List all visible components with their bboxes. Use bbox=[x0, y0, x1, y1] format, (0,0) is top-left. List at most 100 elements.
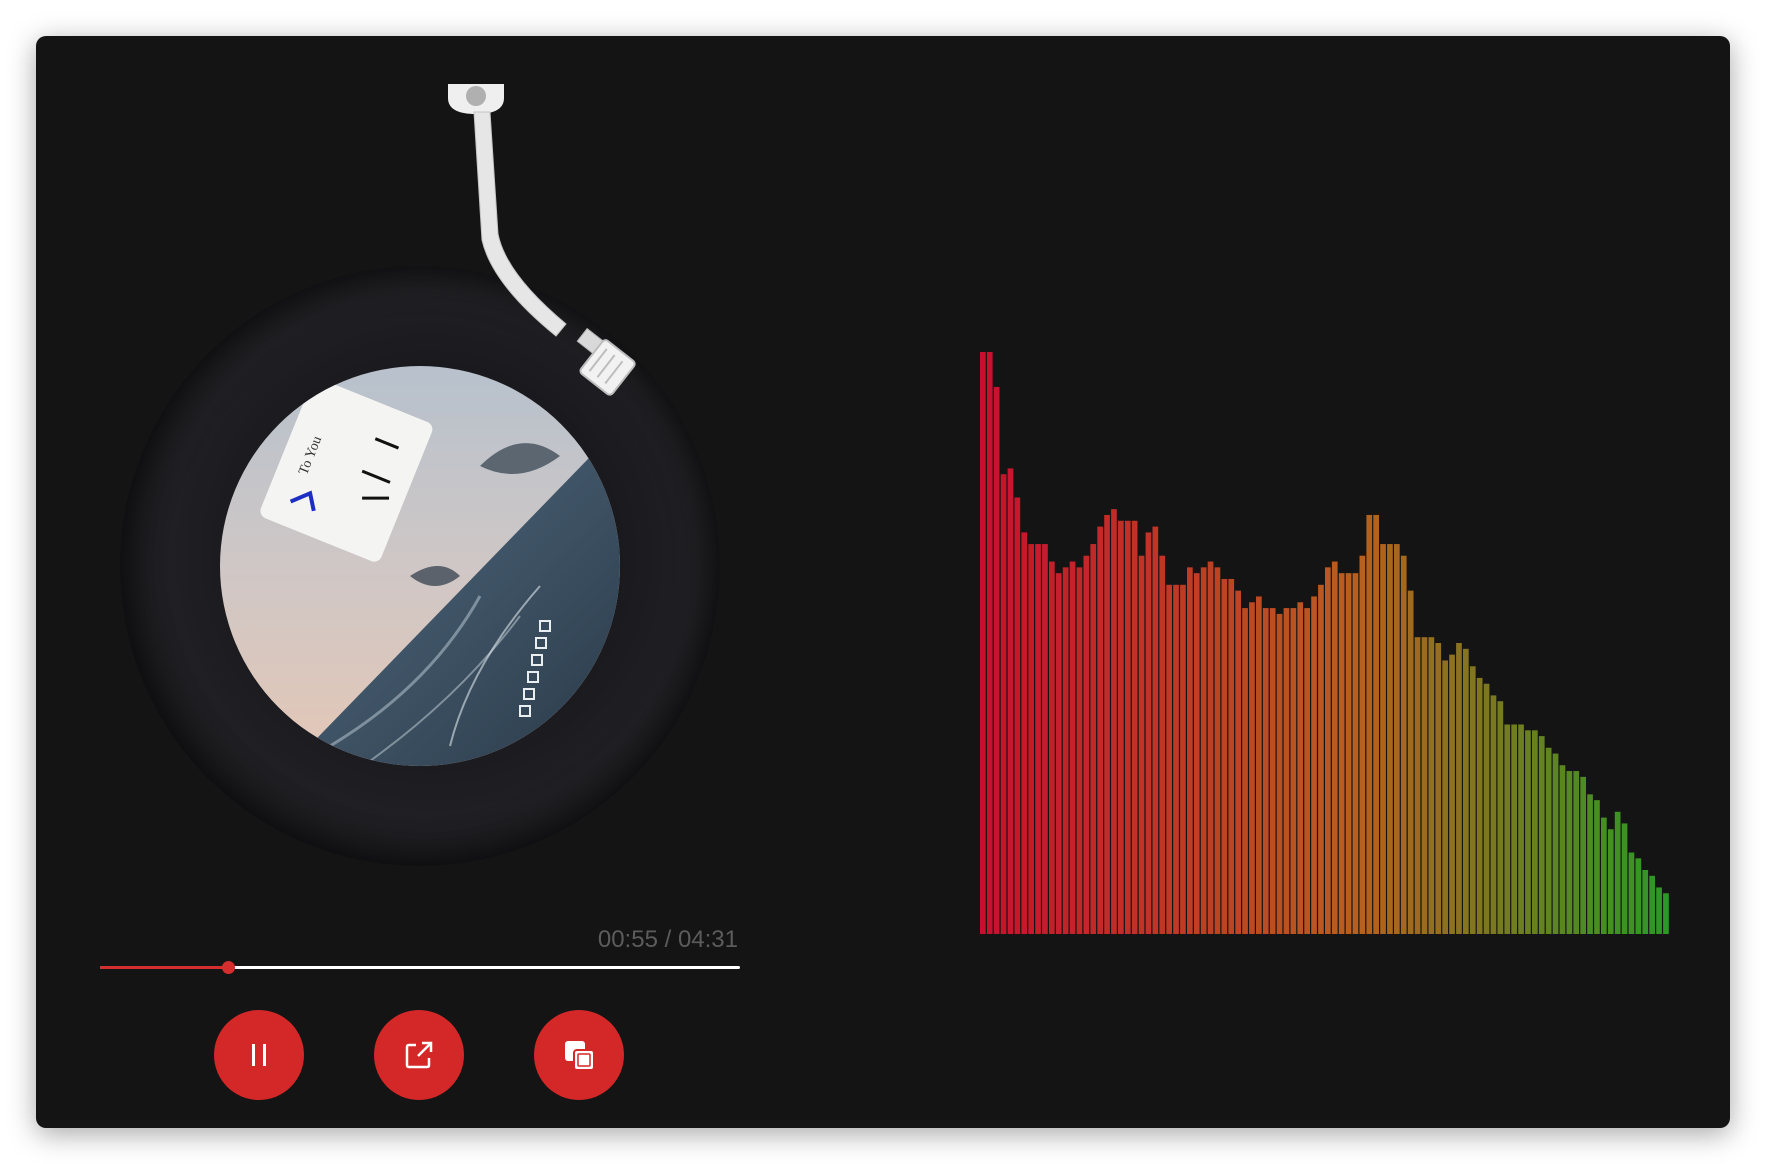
visualizer-bar bbox=[1200, 567, 1207, 934]
visualizer-bar bbox=[1049, 561, 1055, 934]
progress-bar[interactable] bbox=[100, 960, 740, 976]
visualizer-bar bbox=[1573, 771, 1580, 934]
visualizer-bar bbox=[1345, 573, 1352, 934]
visualizer-bar bbox=[1497, 701, 1504, 934]
visualizer-bar bbox=[1366, 514, 1373, 934]
visualizer-bar bbox=[1435, 643, 1442, 934]
visualizer-bar bbox=[1124, 520, 1131, 934]
visualizer-bar bbox=[1594, 800, 1600, 934]
visualizer-bar bbox=[1552, 753, 1559, 934]
visualizer-bar bbox=[1400, 555, 1407, 934]
visualizer-bar bbox=[1614, 811, 1621, 934]
visualizer-bar bbox=[1649, 875, 1655, 934]
visualizer-bar bbox=[1221, 578, 1228, 934]
visualizer-bar bbox=[1083, 555, 1090, 934]
visualizer-bar bbox=[1214, 567, 1221, 934]
visualizer-bar bbox=[1635, 858, 1642, 934]
visualizer-bar bbox=[1449, 654, 1455, 934]
visualizer-bar bbox=[1538, 736, 1545, 934]
visualizer-bar bbox=[1428, 637, 1435, 934]
visualizer-bar bbox=[1000, 474, 1007, 934]
visualizer-bar bbox=[1663, 893, 1669, 934]
time-current: 00:55 bbox=[597, 926, 658, 953]
visualizer-bar bbox=[1304, 608, 1310, 934]
visualizer-bar bbox=[1152, 526, 1159, 934]
visualizer-bar bbox=[1028, 544, 1034, 934]
picture-in-picture-button[interactable] bbox=[534, 1010, 624, 1100]
visualizer-bar bbox=[1421, 637, 1428, 934]
visualizer-bar bbox=[1338, 573, 1345, 934]
visualizer-bar bbox=[1097, 526, 1103, 934]
open-external-icon bbox=[405, 1041, 433, 1069]
visualizer-bar bbox=[1187, 567, 1193, 934]
tonearm bbox=[448, 84, 636, 396]
visualizer-bar bbox=[1628, 852, 1635, 934]
visualizer-bar bbox=[1290, 608, 1297, 934]
visualizer-bar bbox=[1242, 608, 1248, 934]
visualizer-bar bbox=[1656, 887, 1662, 934]
visualizer-bar bbox=[1069, 561, 1076, 934]
progress-fill bbox=[100, 966, 228, 969]
visualizer-bar bbox=[1062, 567, 1069, 934]
progress-handle[interactable] bbox=[222, 961, 235, 974]
visualizer-bar bbox=[993, 386, 1000, 934]
visualizer-bar bbox=[1518, 724, 1524, 934]
visualizer-bar bbox=[1414, 637, 1421, 934]
visualizer-bar bbox=[1483, 683, 1490, 934]
visualizer-bar bbox=[1166, 584, 1172, 934]
time-display: 00:55 / 04:31 bbox=[516, 926, 738, 954]
visualizer-bar bbox=[1387, 544, 1393, 934]
open-external-button[interactable] bbox=[374, 1010, 464, 1100]
visualizer-bar bbox=[1559, 765, 1566, 934]
visualizer-bar bbox=[1262, 608, 1269, 934]
visualizer-bar bbox=[1021, 532, 1028, 934]
visualizer-bar bbox=[1580, 776, 1586, 934]
visualizer-bar bbox=[1476, 677, 1483, 934]
visualizer-bar bbox=[1249, 602, 1255, 934]
visualizer-bar bbox=[1145, 532, 1152, 934]
visualizer-bar bbox=[1269, 608, 1276, 934]
visualizer-bar bbox=[1545, 747, 1552, 934]
visualizer-bar bbox=[980, 352, 986, 934]
visualizer-bar bbox=[1566, 771, 1573, 934]
visualizer-bar bbox=[1532, 730, 1538, 934]
visualizer-bar bbox=[986, 352, 993, 934]
visualizer-bar bbox=[1601, 817, 1607, 934]
visualizer-bar bbox=[1276, 613, 1283, 934]
visualizer-bar bbox=[1359, 555, 1366, 934]
visualizer-bar bbox=[1373, 514, 1379, 934]
visualizer-bar bbox=[1035, 544, 1041, 934]
visualizer-bar bbox=[1352, 573, 1359, 934]
visualizer-bar bbox=[1193, 573, 1200, 934]
visualizer-bar bbox=[1456, 643, 1462, 934]
visualizer-bar bbox=[1159, 555, 1166, 934]
visualizer-bar bbox=[1442, 660, 1448, 934]
visualizer-bar bbox=[1104, 514, 1110, 934]
visualizer-bar bbox=[1325, 567, 1331, 934]
time-total: 04:31 bbox=[677, 926, 738, 953]
visualizer-bar bbox=[1621, 823, 1628, 934]
pause-button[interactable] bbox=[214, 1010, 304, 1100]
visualizer-bar bbox=[1173, 584, 1179, 934]
picture-in-picture-icon bbox=[565, 1041, 595, 1071]
visualizer-bar bbox=[1504, 724, 1511, 934]
visualizer-bar bbox=[1331, 561, 1338, 934]
visualizer-bar bbox=[1469, 666, 1476, 934]
visualizer-bar bbox=[1490, 695, 1497, 934]
audio-visualizer bbox=[980, 352, 1669, 934]
visualizer-bar bbox=[1235, 590, 1241, 934]
visualizer-bar bbox=[1207, 561, 1214, 934]
visualizer-bar bbox=[1463, 648, 1469, 934]
visualizer-bar bbox=[1607, 829, 1614, 934]
visualizer-bar bbox=[1297, 602, 1304, 934]
visualizer-bar bbox=[1283, 608, 1290, 934]
visualizer-bar bbox=[1380, 544, 1386, 934]
visualizer-bar bbox=[1042, 544, 1048, 934]
visualizer-bar bbox=[1525, 730, 1531, 934]
visualizer-bar bbox=[1118, 520, 1124, 934]
visualizer-bar bbox=[1642, 869, 1649, 934]
visualizer-bar bbox=[1587, 794, 1593, 934]
visualizer-bar bbox=[1131, 520, 1138, 934]
visualizer-bar bbox=[1511, 724, 1517, 934]
visualizer-bar bbox=[1180, 584, 1186, 934]
